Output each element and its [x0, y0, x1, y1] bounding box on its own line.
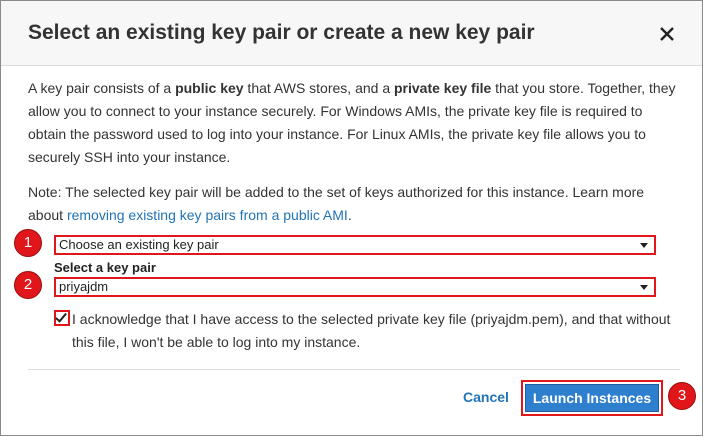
key-pair-value: priyajdm	[59, 279, 109, 294]
intro-bold-public-key: public key	[175, 80, 244, 96]
intro-bold-private-key-file: private key file	[394, 80, 492, 96]
dialog-header: Select an existing key pair or create a …	[1, 1, 702, 66]
chevron-down-icon	[640, 243, 648, 248]
acknowledge-text: I acknowledge that I have access to the …	[72, 311, 671, 350]
step-badge-2: 2	[14, 271, 42, 299]
note-paragraph: Note: The selected key pair will be adde…	[28, 181, 680, 227]
close-icon[interactable]	[657, 24, 677, 44]
chevron-down-icon	[640, 285, 648, 290]
note-period: .	[347, 207, 352, 223]
cancel-button[interactable]: Cancel	[463, 389, 509, 405]
launch-instances-button-highlight[interactable]: Launch Instances	[521, 380, 663, 416]
removing-key-pairs-link[interactable]: removing existing key pairs from a publi…	[67, 207, 348, 223]
checkmark-icon	[55, 310, 67, 323]
key-pair-dialog: Select an existing key pair or create a …	[0, 0, 703, 436]
step-badge-3: 3	[668, 382, 696, 410]
key-pair-mode-select[interactable]: Choose an existing key pair	[54, 235, 656, 255]
launch-instances-button[interactable]: Launch Instances	[525, 384, 659, 412]
footer-divider	[28, 369, 680, 370]
step-badge-1: 1	[14, 229, 42, 257]
dialog-title: Select an existing key pair or create a …	[28, 21, 535, 44]
select-key-pair-label: Select a key pair	[54, 260, 156, 275]
key-pair-mode-value: Choose an existing key pair	[59, 237, 219, 252]
intro-text-1: A key pair consists of a	[28, 80, 176, 96]
key-pair-select[interactable]: priyajdm	[54, 277, 656, 297]
intro-paragraph: A key pair consists of a public key that…	[28, 77, 680, 169]
acknowledge-checkbox[interactable]	[54, 310, 70, 326]
intro-text-2: that AWS stores, and a	[243, 80, 394, 96]
